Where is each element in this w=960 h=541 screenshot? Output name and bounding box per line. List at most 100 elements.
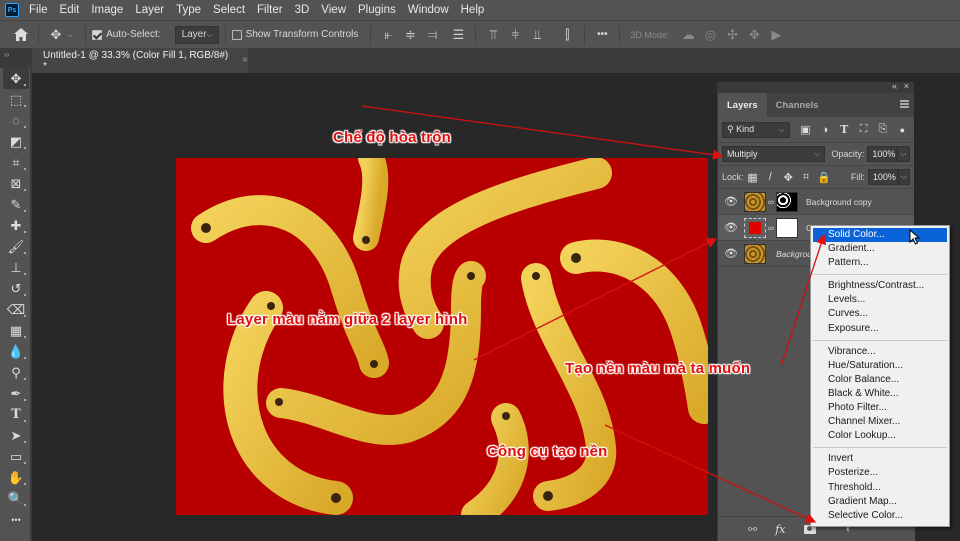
menu-item-gradient[interactable]: Gradient... xyxy=(813,242,947,256)
move-tool-button[interactable]: ✥ xyxy=(3,68,29,89)
align-right-icon[interactable]: ⫤ xyxy=(421,24,443,46)
pixel-filter-icon[interactable]: ▣ xyxy=(798,122,813,138)
more-tools-button[interactable]: ••• xyxy=(3,509,29,530)
crop-tool-button[interactable]: ⌗ xyxy=(3,152,29,173)
home-icon[interactable] xyxy=(10,24,32,46)
menu-type[interactable]: Type xyxy=(176,4,201,16)
menu-layer[interactable]: Layer xyxy=(135,4,164,16)
clone-stamp-tool-button[interactable]: ⊥ xyxy=(3,257,29,278)
eye-icon[interactable]: 👁 xyxy=(718,221,744,234)
eraser-tool-button[interactable]: ⌫ xyxy=(3,299,29,320)
menu-3d[interactable]: 3D xyxy=(295,4,310,16)
panel-menu-icon[interactable] xyxy=(900,100,909,108)
pen-tool-button[interactable]: ✒ xyxy=(3,383,29,404)
align-horizontal-center-icon[interactable]: ≑ xyxy=(399,24,421,46)
menu-image[interactable]: Image xyxy=(91,4,123,16)
menu-edit[interactable]: Edit xyxy=(60,4,80,16)
menu-item-channel-mixer[interactable]: Channel Mixer... xyxy=(813,415,947,429)
menu-item-selective-color[interactable]: Selective Color... xyxy=(813,509,947,523)
zoom-tool-button[interactable]: 🔍 xyxy=(3,488,29,509)
menu-item-black-white[interactable]: Black & White... xyxy=(813,387,947,401)
3d-slide-icon[interactable]: ✥ xyxy=(743,24,765,46)
menu-plugins[interactable]: Plugins xyxy=(358,4,396,16)
menu-item-curves[interactable]: Curves... xyxy=(813,307,947,321)
collapse-panel-icon[interactable]: « xyxy=(892,81,897,91)
document-canvas[interactable] xyxy=(176,158,708,515)
gradient-tool-button[interactable]: ▦ xyxy=(3,320,29,341)
menu-item-brightness-contrast[interactable]: Brightness/Contrast... xyxy=(813,279,947,293)
fill-dropdown[interactable]: ⌵ xyxy=(897,169,910,185)
3d-roll-icon[interactable]: ◎ xyxy=(699,24,721,46)
opacity-input[interactable]: 100% xyxy=(867,146,898,162)
opacity-dropdown[interactable]: ⌵ xyxy=(897,146,910,162)
shape-filter-icon[interactable]: ⛶ xyxy=(856,122,871,138)
tab-layers[interactable]: Layers xyxy=(718,93,767,117)
menu-item-invert[interactable]: Invert xyxy=(813,452,947,466)
menu-item-exposure[interactable]: Exposure... xyxy=(813,322,947,336)
menu-help[interactable]: Help xyxy=(461,4,485,16)
eye-icon[interactable]: 👁 xyxy=(718,247,744,260)
lock-image-icon[interactable]: / xyxy=(763,169,777,185)
align-bottom-icon[interactable]: ⫫ xyxy=(526,24,548,46)
eyedropper-tool-button[interactable]: ✎ xyxy=(3,194,29,215)
menu-filter[interactable]: Filter xyxy=(257,4,283,16)
menu-item-pattern[interactable]: Pattern... xyxy=(813,256,947,270)
chevron-down-icon[interactable]: ⌵ xyxy=(67,30,73,40)
tab-channels[interactable]: Channels xyxy=(767,93,828,117)
3d-pan-icon[interactable]: ✣ xyxy=(721,24,743,46)
dodge-tool-button[interactable]: ⚲ xyxy=(3,362,29,383)
fill-input[interactable]: 100% xyxy=(867,169,898,185)
menu-item-photo-filter[interactable]: Photo Filter... xyxy=(813,401,947,415)
menu-file[interactable]: File xyxy=(29,4,48,16)
lock-transparent-icon[interactable]: ▦ xyxy=(746,169,760,185)
marquee-tool-button[interactable]: ⬚ xyxy=(3,89,29,110)
path-selection-tool-button[interactable]: ➤ xyxy=(3,425,29,446)
fill-color-thumbnail[interactable] xyxy=(744,217,766,238)
distribute-icon[interactable]: ☰ xyxy=(447,24,469,46)
collapse-tools-icon[interactable]: ›› xyxy=(0,48,30,68)
lock-position-icon[interactable]: ✥ xyxy=(781,169,795,185)
menu-item-color-balance[interactable]: Color Balance... xyxy=(813,373,947,387)
auto-select-checkbox[interactable] xyxy=(92,29,103,40)
align-left-icon[interactable]: ⫦ xyxy=(377,24,399,46)
menu-item-posterize[interactable]: Posterize... xyxy=(813,466,947,480)
menu-item-vibrance[interactable]: Vibrance... xyxy=(813,345,947,359)
type-filter-icon[interactable]: T xyxy=(836,122,851,138)
object-select-tool-button[interactable]: ◩ xyxy=(3,131,29,152)
lasso-tool-button[interactable]: ◌ xyxy=(3,110,29,131)
menu-window[interactable]: Window xyxy=(408,4,449,16)
menu-item-color-lookup[interactable]: Color Lookup... xyxy=(813,429,947,443)
filter-kind-dropdown[interactable]: ⚲ Kind ⌵ xyxy=(722,121,790,138)
adjustment-filter-icon[interactable]: ◑ xyxy=(817,122,832,138)
align-vertical-center-icon[interactable]: ⫩ xyxy=(504,24,526,46)
hand-tool-button[interactable]: ✋ xyxy=(3,467,29,488)
lock-all-icon[interactable]: 🔒 xyxy=(817,169,831,185)
document-tab[interactable]: Untitled-1 @ 33.3% (Color Fill 1, RGB/8#… xyxy=(32,48,248,73)
align-top-icon[interactable]: ⫪ xyxy=(482,24,504,46)
menu-item-levels[interactable]: Levels... xyxy=(813,293,947,307)
brush-tool-button[interactable]: 🖌 xyxy=(3,236,29,257)
filter-toggle-icon[interactable]: ● xyxy=(895,122,910,138)
menu-select[interactable]: Select xyxy=(213,4,245,16)
blur-tool-button[interactable]: 💧 xyxy=(3,341,29,362)
3d-camera-icon[interactable]: ▶ xyxy=(765,24,787,46)
show-transform-checkbox[interactable] xyxy=(231,29,242,40)
healing-brush-tool-button[interactable]: ✚ xyxy=(3,215,29,236)
more-options-icon[interactable]: ••• xyxy=(591,24,613,46)
blend-mode-dropdown[interactable]: Multiply ⌵ xyxy=(722,146,826,162)
menu-item-hue-saturation[interactable]: Hue/Saturation... xyxy=(813,359,947,373)
menu-item-gradient-map[interactable]: Gradient Map... xyxy=(813,495,947,509)
close-panel-icon[interactable]: × xyxy=(904,81,909,91)
move-icon[interactable]: ✥ xyxy=(45,24,67,46)
distribute-spacing-icon[interactable]: ⫿ xyxy=(556,24,578,46)
menu-item-threshold[interactable]: Threshold... xyxy=(813,481,947,495)
eye-icon[interactable]: 👁 xyxy=(718,195,744,208)
link-layers-icon[interactable]: ⚯ xyxy=(748,523,757,536)
frame-tool-button[interactable]: ⊠ xyxy=(3,173,29,194)
type-tool-button[interactable]: T xyxy=(3,404,29,425)
fx-icon[interactable]: fx xyxy=(775,523,785,536)
menu-item-solid-color[interactable]: Solid Color... xyxy=(813,228,947,243)
history-brush-tool-button[interactable]: ↺ xyxy=(3,278,29,299)
smart-object-filter-icon[interactable]: ⎘ xyxy=(875,122,890,138)
3d-orbit-icon[interactable]: ☁ xyxy=(677,24,699,46)
